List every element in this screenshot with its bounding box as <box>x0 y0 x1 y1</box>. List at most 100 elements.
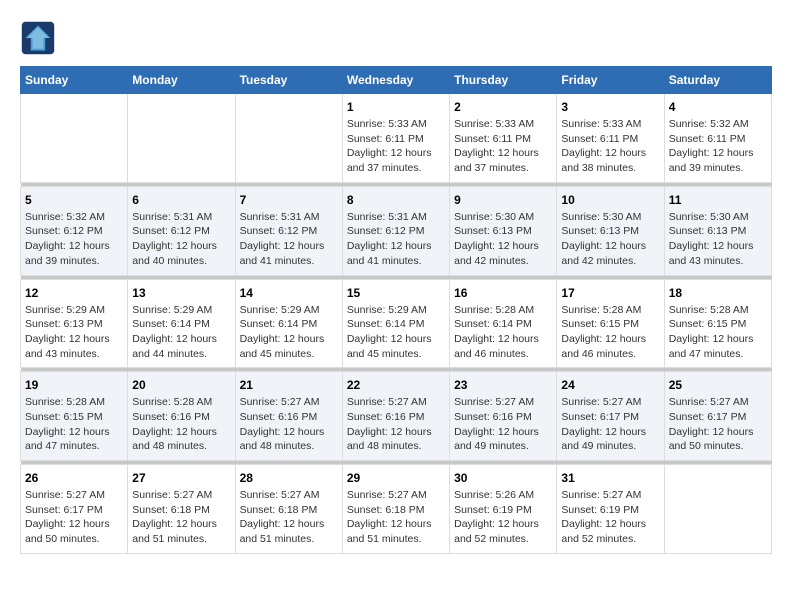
day-cell: 22Sunrise: 5:27 AM Sunset: 6:16 PM Dayli… <box>342 372 449 461</box>
calendar-body: 1 Sunrise: 5:33 AM Sunset: 6:11 PM Daylig… <box>21 94 772 554</box>
day-info: Sunrise: 5:31 AM Sunset: 6:12 PM Dayligh… <box>240 210 338 269</box>
day-number: 28 <box>240 471 338 485</box>
day-info: Sunrise: 5:27 AM Sunset: 6:19 PM Dayligh… <box>561 488 659 547</box>
day-info: Sunrise: 5:28 AM Sunset: 6:16 PM Dayligh… <box>132 395 230 454</box>
day-cell: 29 Sunrise: 5:27 AM Sunset: 6:18 PM Dayli… <box>342 465 449 554</box>
day-cell: 26 Sunrise: 5:27 AM Sunset: 6:17 PM Dayli… <box>21 465 128 554</box>
header-cell-friday: Friday <box>557 67 664 94</box>
calendar-table: SundayMondayTuesdayWednesdayThursdayFrid… <box>20 66 772 554</box>
day-info: Sunrise: 5:28 AM Sunset: 6:14 PM Dayligh… <box>454 303 552 362</box>
day-number: 15 <box>347 286 445 300</box>
header-cell-tuesday: Tuesday <box>235 67 342 94</box>
day-number: 11 <box>669 193 767 207</box>
week-row-1: 1 Sunrise: 5:33 AM Sunset: 6:11 PM Daylig… <box>21 94 772 183</box>
day-number: 18 <box>669 286 767 300</box>
day-cell: 11 Sunrise: 5:30 AM Sunset: 6:13 PM Dayli… <box>664 186 771 275</box>
day-number: 10 <box>561 193 659 207</box>
day-cell: 30Sunrise: 5:26 AM Sunset: 6:19 PM Dayli… <box>450 465 557 554</box>
day-number: 3 <box>561 100 659 114</box>
day-number: 20 <box>132 378 230 392</box>
day-info: Sunrise: 5:26 AM Sunset: 6:19 PM Dayligh… <box>454 488 552 547</box>
day-info: Sunrise: 5:27 AM Sunset: 6:18 PM Dayligh… <box>347 488 445 547</box>
day-info: Sunrise: 5:30 AM Sunset: 6:13 PM Dayligh… <box>454 210 552 269</box>
header-cell-thursday: Thursday <box>450 67 557 94</box>
day-number: 26 <box>25 471 123 485</box>
day-cell: 6 Sunrise: 5:31 AM Sunset: 6:12 PM Daylig… <box>128 186 235 275</box>
day-info: Sunrise: 5:32 AM Sunset: 6:11 PM Dayligh… <box>669 117 767 176</box>
day-cell: 23Sunrise: 5:27 AM Sunset: 6:16 PM Dayli… <box>450 372 557 461</box>
day-number: 17 <box>561 286 659 300</box>
day-info: Sunrise: 5:32 AM Sunset: 6:12 PM Dayligh… <box>25 210 123 269</box>
day-info: Sunrise: 5:30 AM Sunset: 6:13 PM Dayligh… <box>669 210 767 269</box>
page-header <box>20 20 772 56</box>
day-cell: 2 Sunrise: 5:33 AM Sunset: 6:11 PM Daylig… <box>450 94 557 183</box>
day-cell: 28 Sunrise: 5:27 AM Sunset: 6:18 PM Dayli… <box>235 465 342 554</box>
day-cell <box>235 94 342 183</box>
header-cell-sunday: Sunday <box>21 67 128 94</box>
day-info: Sunrise: 5:27 AM Sunset: 6:18 PM Dayligh… <box>132 488 230 547</box>
day-info: Sunrise: 5:29 AM Sunset: 6:14 PM Dayligh… <box>132 303 230 362</box>
day-info: Sunrise: 5:27 AM Sunset: 6:16 PM Dayligh… <box>347 395 445 454</box>
day-number: 2 <box>454 100 552 114</box>
day-cell: 9Sunrise: 5:30 AM Sunset: 6:13 PM Daylig… <box>450 186 557 275</box>
logo-icon <box>20 20 56 56</box>
day-info: Sunrise: 5:27 AM Sunset: 6:17 PM Dayligh… <box>669 395 767 454</box>
logo <box>20 20 62 56</box>
day-info: Sunrise: 5:27 AM Sunset: 6:16 PM Dayligh… <box>240 395 338 454</box>
calendar-header: SundayMondayTuesdayWednesdayThursdayFrid… <box>21 67 772 94</box>
day-cell: 7Sunrise: 5:31 AM Sunset: 6:12 PM Daylig… <box>235 186 342 275</box>
day-info: Sunrise: 5:27 AM Sunset: 6:17 PM Dayligh… <box>561 395 659 454</box>
day-info: Sunrise: 5:27 AM Sunset: 6:18 PM Dayligh… <box>240 488 338 547</box>
day-number: 6 <box>132 193 230 207</box>
day-number: 29 <box>347 471 445 485</box>
day-number: 31 <box>561 471 659 485</box>
day-number: 5 <box>25 193 123 207</box>
day-info: Sunrise: 5:29 AM Sunset: 6:13 PM Dayligh… <box>25 303 123 362</box>
day-number: 23 <box>454 378 552 392</box>
day-number: 4 <box>669 100 767 114</box>
day-cell: 13 Sunrise: 5:29 AM Sunset: 6:14 PM Dayli… <box>128 279 235 368</box>
day-number: 24 <box>561 378 659 392</box>
day-number: 25 <box>669 378 767 392</box>
day-info: Sunrise: 5:30 AM Sunset: 6:13 PM Dayligh… <box>561 210 659 269</box>
day-cell: 21 Sunrise: 5:27 AM Sunset: 6:16 PM Dayli… <box>235 372 342 461</box>
day-cell: 14Sunrise: 5:29 AM Sunset: 6:14 PM Dayli… <box>235 279 342 368</box>
day-number: 12 <box>25 286 123 300</box>
day-number: 13 <box>132 286 230 300</box>
day-info: Sunrise: 5:33 AM Sunset: 6:11 PM Dayligh… <box>561 117 659 176</box>
day-cell: 24 Sunrise: 5:27 AM Sunset: 6:17 PM Dayli… <box>557 372 664 461</box>
day-cell: 4 Sunrise: 5:32 AM Sunset: 6:11 PM Daylig… <box>664 94 771 183</box>
day-cell: 18 Sunrise: 5:28 AM Sunset: 6:15 PM Dayli… <box>664 279 771 368</box>
day-number: 14 <box>240 286 338 300</box>
week-row-4: 19Sunrise: 5:28 AM Sunset: 6:15 PM Dayli… <box>21 372 772 461</box>
header-cell-wednesday: Wednesday <box>342 67 449 94</box>
day-cell <box>21 94 128 183</box>
day-number: 16 <box>454 286 552 300</box>
header-row: SundayMondayTuesdayWednesdayThursdayFrid… <box>21 67 772 94</box>
header-cell-saturday: Saturday <box>664 67 771 94</box>
day-cell: 25 Sunrise: 5:27 AM Sunset: 6:17 PM Dayli… <box>664 372 771 461</box>
day-info: Sunrise: 5:28 AM Sunset: 6:15 PM Dayligh… <box>669 303 767 362</box>
day-info: Sunrise: 5:31 AM Sunset: 6:12 PM Dayligh… <box>347 210 445 269</box>
day-cell: 17Sunrise: 5:28 AM Sunset: 6:15 PM Dayli… <box>557 279 664 368</box>
day-cell: 5 Sunrise: 5:32 AM Sunset: 6:12 PM Daylig… <box>21 186 128 275</box>
day-number: 8 <box>347 193 445 207</box>
day-number: 1 <box>347 100 445 114</box>
day-info: Sunrise: 5:31 AM Sunset: 6:12 PM Dayligh… <box>132 210 230 269</box>
day-info: Sunrise: 5:33 AM Sunset: 6:11 PM Dayligh… <box>454 117 552 176</box>
day-cell: 16 Sunrise: 5:28 AM Sunset: 6:14 PM Dayli… <box>450 279 557 368</box>
week-row-5: 26 Sunrise: 5:27 AM Sunset: 6:17 PM Dayli… <box>21 465 772 554</box>
day-number: 19 <box>25 378 123 392</box>
day-cell <box>128 94 235 183</box>
day-info: Sunrise: 5:33 AM Sunset: 6:11 PM Dayligh… <box>347 117 445 176</box>
day-cell: 3 Sunrise: 5:33 AM Sunset: 6:11 PM Daylig… <box>557 94 664 183</box>
day-cell: 19Sunrise: 5:28 AM Sunset: 6:15 PM Dayli… <box>21 372 128 461</box>
week-row-2: 5 Sunrise: 5:32 AM Sunset: 6:12 PM Daylig… <box>21 186 772 275</box>
day-number: 21 <box>240 378 338 392</box>
day-cell: 15Sunrise: 5:29 AM Sunset: 6:14 PM Dayli… <box>342 279 449 368</box>
week-row-3: 12 Sunrise: 5:29 AM Sunset: 6:13 PM Dayli… <box>21 279 772 368</box>
day-info: Sunrise: 5:27 AM Sunset: 6:17 PM Dayligh… <box>25 488 123 547</box>
day-cell: 10 Sunrise: 5:30 AM Sunset: 6:13 PM Dayli… <box>557 186 664 275</box>
header-cell-monday: Monday <box>128 67 235 94</box>
day-cell: 8 Sunrise: 5:31 AM Sunset: 6:12 PM Daylig… <box>342 186 449 275</box>
